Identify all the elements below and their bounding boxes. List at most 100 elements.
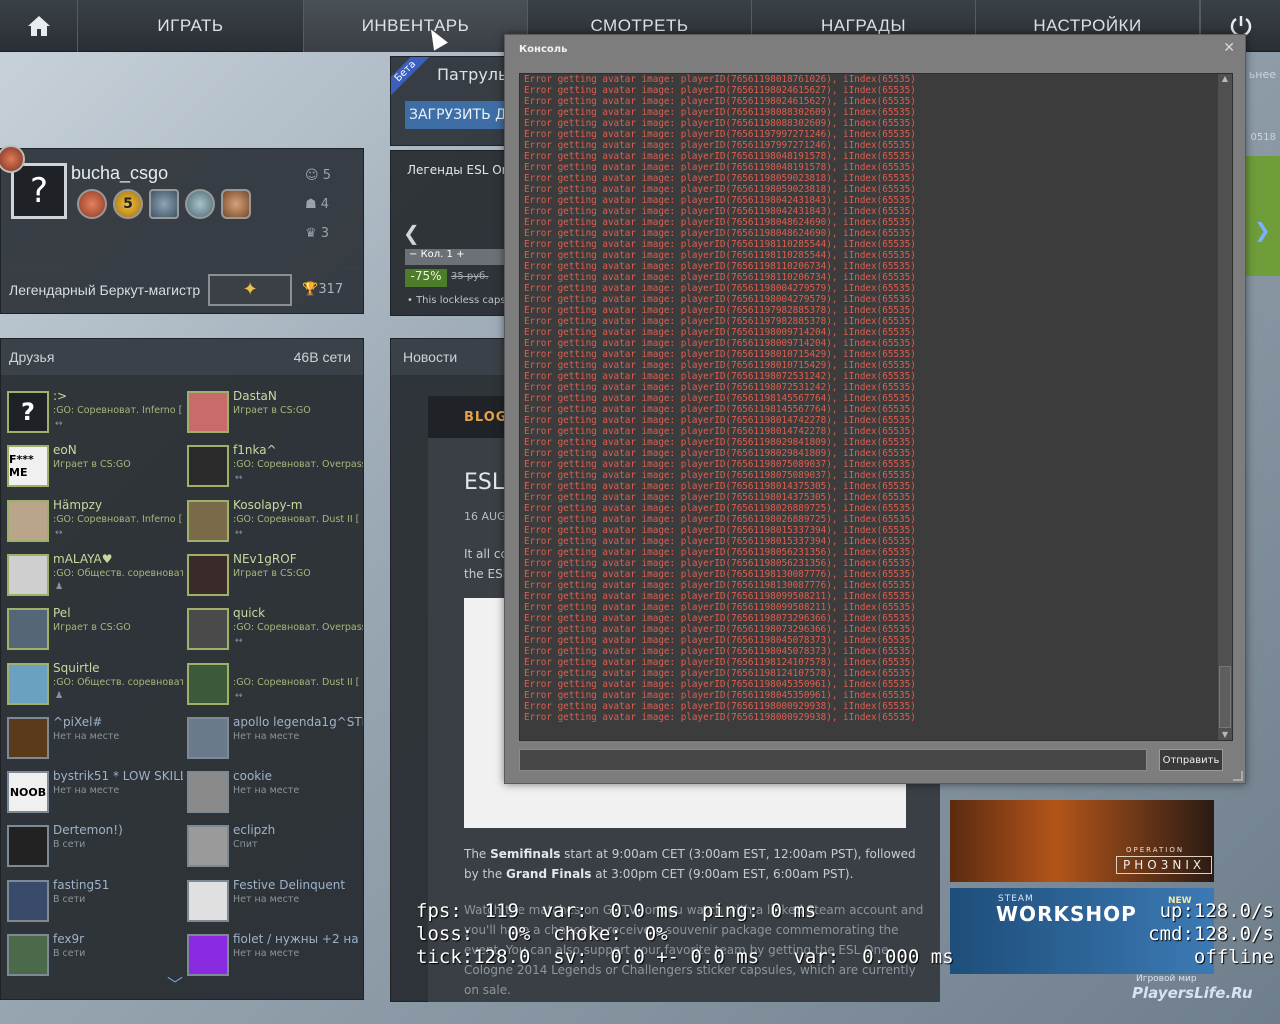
friend-avatar[interactable] <box>7 825 49 868</box>
friend-item[interactable]: fex9r В сети <box>7 932 183 984</box>
console-line: Error getting avatar image: playerID(765… <box>524 558 916 569</box>
console-line: Error getting avatar image: playerID(765… <box>524 283 916 294</box>
console-line: Error getting avatar image: playerID(765… <box>524 459 916 470</box>
friend-avatar[interactable] <box>7 553 49 596</box>
friend-status: :GO: Соревноват. Inferno [ <box>53 513 183 525</box>
friend-item[interactable]: quick:GO: Соревноват. Overpass ↔ <box>187 606 363 658</box>
friend-item[interactable]: :GO: Соревноват. Dust II [↔ <box>187 661 363 713</box>
console-line: Error getting avatar image: playerID(765… <box>524 118 916 129</box>
tab-inventory[interactable]: ИНВЕНТАРЬ <box>304 0 528 52</box>
friend-avatar[interactable] <box>187 553 229 596</box>
service-medal-icon[interactable]: 5 <box>113 189 143 219</box>
friend-avatar[interactable] <box>187 445 229 488</box>
friend-item[interactable]: f1nka^:GO: Соревноват. Overpass ↔ <box>187 443 363 495</box>
friend-item[interactable]: Festive Delinquent Нет на месте <box>187 878 363 930</box>
chevron-left-icon[interactable]: ❮ <box>403 221 420 245</box>
console-line: Error getting avatar image: playerID(765… <box>524 349 916 360</box>
friend-avatar[interactable] <box>187 825 229 868</box>
friend-item[interactable]: eclipzh Спит <box>187 823 363 875</box>
friend-item[interactable]: ^piXel# Нет на месте <box>7 715 183 767</box>
coin-icon[interactable] <box>185 189 215 219</box>
home-button[interactable] <box>0 0 78 52</box>
friend-item[interactable]: mALAYA♥:GO: Обществ. соревноват. ♟ <box>7 552 183 604</box>
friends-panel: Друзья 46В сети ?:>:GO: Соревноват. Infe… <box>0 338 364 1000</box>
console-scrollbar[interactable]: ▲ ▼ <box>1218 74 1232 740</box>
console-line: Error getting avatar image: playerID(765… <box>524 481 916 492</box>
coin-icon[interactable] <box>221 189 251 219</box>
friend-item[interactable]: fiolet / нужны +2 на L Нет на месте <box>187 932 363 984</box>
upload-button[interactable]: ЗАГРУЗИТЬ Д <box>405 101 507 129</box>
friend-avatar[interactable] <box>187 716 229 759</box>
friend-avatar[interactable]: F*** ME <box>7 445 49 488</box>
console-line: Error getting avatar image: playerID(765… <box>524 74 916 85</box>
quantity-stepper[interactable]: − Кол. 1 + <box>405 249 507 265</box>
friend-avatar[interactable] <box>7 499 49 542</box>
friend-item[interactable]: F*** ME eoN Играет в CS:GO <box>7 443 183 495</box>
coin-icon[interactable] <box>149 189 179 219</box>
friend-status: :GO: Обществ. соревноват. <box>53 567 183 579</box>
teacher-icon: ☗ <box>305 197 317 212</box>
friend-item[interactable]: fasting51 В сети <box>7 878 183 930</box>
medal-icon[interactable] <box>77 189 107 219</box>
friend-avatar[interactable] <box>7 716 49 759</box>
right-side-number: 0518 <box>1250 132 1276 143</box>
friend-extra-icon: ↔ <box>55 527 63 538</box>
friend-item[interactable]: apollo legenda1g^STE Нет на месте <box>187 715 363 767</box>
friend-item[interactable]: Kosolapy-m:GO: Соревноват. Dust II [↔ <box>187 498 363 550</box>
friend-item[interactable]: Pel Играет в CS:GO <box>7 606 183 658</box>
friend-name: NEv1gROF <box>233 551 297 566</box>
console-line: Error getting avatar image: playerID(765… <box>524 96 916 107</box>
friend-avatar[interactable] <box>187 879 229 922</box>
console-output[interactable]: Error getting avatar image: playerID(765… <box>519 73 1233 741</box>
friend-avatar[interactable]: ? <box>7 391 49 433</box>
resize-grip-icon[interactable] <box>1233 771 1243 781</box>
friend-avatar[interactable] <box>7 662 49 705</box>
friend-avatar[interactable]: NOOB <box>7 771 49 814</box>
player-avatar[interactable]: ? <box>11 163 67 219</box>
patrol-title: Патруль <box>437 65 508 84</box>
post-title[interactable]: ESL <box>464 470 504 495</box>
friend-avatar[interactable] <box>187 499 229 542</box>
friend-item[interactable]: ?:>:GO: Соревноват. Inferno [↔ <box>7 389 183 441</box>
friend-item[interactable]: cookie Нет на месте <box>187 769 363 821</box>
scroll-down-chevron-icon[interactable]: ﹀ <box>167 971 183 995</box>
friend-item[interactable]: Hämpzy:GO: Соревноват. Inferno [↔ <box>7 498 183 550</box>
console-title: Консоль <box>519 44 568 55</box>
friend-avatar[interactable] <box>7 879 49 922</box>
friend-item[interactable]: NEv1gROF Играет в CS:GO <box>187 552 363 604</box>
console-window: Консоль ✕ Error getting avatar image: pl… <box>504 34 1246 784</box>
friend-avatar[interactable] <box>187 662 229 705</box>
send-button[interactable]: Отправить <box>1159 749 1223 771</box>
player-name[interactable]: bucha_csgo <box>71 163 168 184</box>
blog-label[interactable]: BLOG <box>464 410 507 425</box>
friend-avatar[interactable] <box>7 934 49 976</box>
friend-avatar[interactable] <box>187 771 229 814</box>
friend-item[interactable]: Dertemon!) В сети <box>7 823 183 875</box>
console-line: Error getting avatar image: playerID(765… <box>524 404 916 415</box>
friend-avatar[interactable] <box>187 608 229 651</box>
friend-avatar[interactable] <box>187 934 229 976</box>
friend-avatar[interactable] <box>187 391 229 433</box>
operation-phoenix-banner[interactable]: OPERATION PHO3NIX <box>950 800 1214 882</box>
friend-item[interactable]: Squirtle:GO: Обществ. соревноват. ♟ <box>7 661 183 713</box>
friend-avatar[interactable] <box>7 608 49 651</box>
friend-extra-icon: ↔ <box>235 636 243 647</box>
console-line: Error getting avatar image: playerID(765… <box>524 580 916 591</box>
friend-extra-icon: ↔ <box>235 690 243 701</box>
friend-item[interactable]: DastaN Играет в CS:GO <box>187 389 363 441</box>
tab-play[interactable]: ИГРАТЬ <box>78 0 304 52</box>
trophy-icon: 🏆 <box>302 282 319 297</box>
close-icon[interactable]: ✕ <box>1223 40 1235 56</box>
scrollbar-thumb[interactable] <box>1219 666 1231 728</box>
friend-status: Нет на месте <box>53 730 120 742</box>
friend-status: Играет в CS:GO <box>233 405 311 416</box>
console-line: Error getting avatar image: playerID(765… <box>524 415 916 426</box>
scroll-down-icon[interactable]: ▼ <box>1218 730 1232 740</box>
rank-emblem-icon[interactable]: ✦ <box>208 273 293 306</box>
friend-name: f1nka^ <box>233 443 277 458</box>
chevron-right-icon[interactable]: ❯ <box>1254 218 1271 242</box>
friend-item[interactable]: NOOB bystrik51 * LOW SKILL Нет на месте <box>7 769 183 821</box>
scroll-up-icon[interactable]: ▲ <box>1218 74 1232 86</box>
console-titlebar[interactable]: Консоль ✕ <box>505 35 1245 63</box>
console-input[interactable] <box>519 749 1147 771</box>
